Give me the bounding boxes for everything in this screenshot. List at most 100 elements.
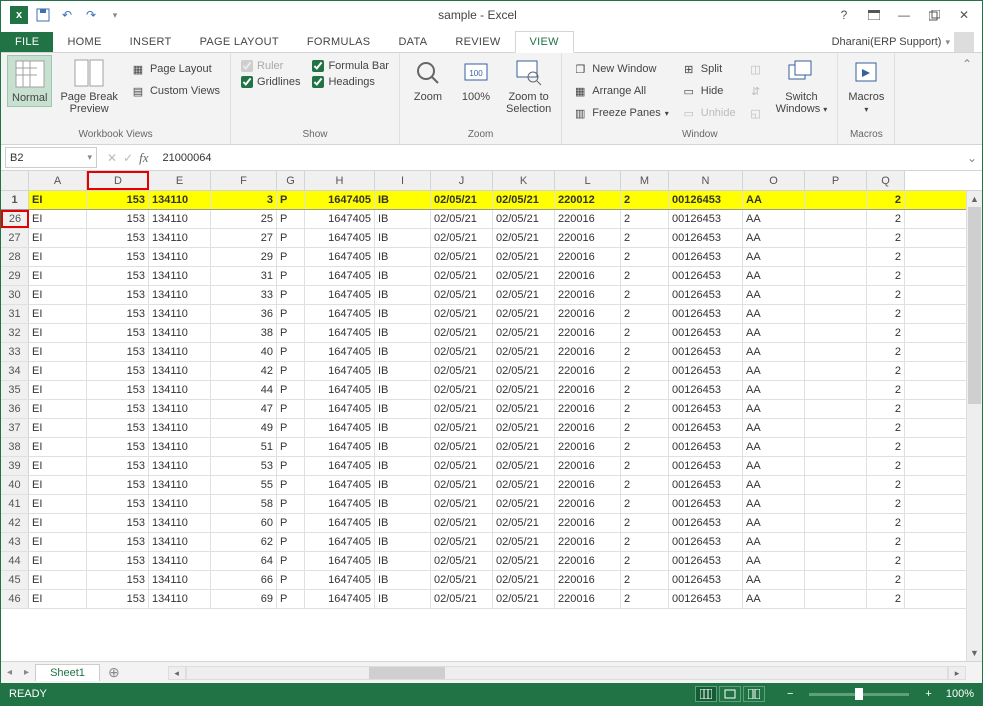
scroll-thumb[interactable] [369, 667, 445, 679]
close-icon[interactable]: ✕ [950, 4, 978, 26]
cell[interactable]: 220016 [555, 514, 621, 532]
cell[interactable]: 220016 [555, 400, 621, 418]
collapse-ribbon-button[interactable]: ⌃ [952, 53, 982, 144]
switch-windows-button[interactable]: Switch Windows ▾ [772, 55, 832, 117]
row-header[interactable]: 42 [1, 514, 29, 532]
row-header[interactable]: 36 [1, 400, 29, 418]
cell[interactable]: P [277, 362, 305, 380]
cell[interactable]: 00126453 [669, 419, 743, 437]
cell[interactable]: 153 [87, 343, 149, 361]
cell[interactable]: 02/05/21 [431, 191, 493, 209]
cell[interactable]: IB [375, 324, 431, 342]
cell[interactable]: IB [375, 229, 431, 247]
cell[interactable]: 66 [211, 571, 277, 589]
cell[interactable]: P [277, 419, 305, 437]
cell[interactable]: P [277, 229, 305, 247]
cell[interactable]: 220016 [555, 590, 621, 608]
cell[interactable]: EI [29, 400, 87, 418]
cell[interactable]: 134110 [149, 552, 211, 570]
cell[interactable]: 2 [621, 229, 669, 247]
row-header[interactable]: 40 [1, 476, 29, 494]
cell[interactable] [805, 267, 867, 285]
cell[interactable]: 220016 [555, 552, 621, 570]
cell[interactable]: 02/05/21 [431, 324, 493, 342]
cell[interactable]: IB [375, 552, 431, 570]
minimize-icon[interactable]: — [890, 4, 918, 26]
cell[interactable]: IB [375, 495, 431, 513]
cell[interactable]: 60 [211, 514, 277, 532]
cell[interactable]: IB [375, 362, 431, 380]
cell[interactable]: 2 [867, 495, 905, 513]
cell[interactable]: 2 [621, 552, 669, 570]
cell[interactable]: 2 [867, 362, 905, 380]
column-header[interactable]: G [277, 171, 305, 190]
zoom-button[interactable]: Zoom [406, 55, 450, 105]
row-header[interactable]: 28 [1, 248, 29, 266]
row-header[interactable]: 43 [1, 533, 29, 551]
cell[interactable]: 1647405 [305, 590, 375, 608]
cell[interactable]: P [277, 476, 305, 494]
cell[interactable]: 02/05/21 [493, 267, 555, 285]
cell[interactable]: 220016 [555, 210, 621, 228]
zoom-in-button[interactable]: + [919, 688, 937, 700]
cell[interactable]: 1647405 [305, 400, 375, 418]
cell[interactable]: P [277, 286, 305, 304]
row-header[interactable]: 30 [1, 286, 29, 304]
cell[interactable]: 2 [867, 438, 905, 456]
cell[interactable]: EI [29, 267, 87, 285]
cell[interactable]: 153 [87, 457, 149, 475]
cell[interactable]: 153 [87, 419, 149, 437]
cell[interactable]: P [277, 400, 305, 418]
cell[interactable]: 1647405 [305, 305, 375, 323]
tab-insert[interactable]: INSERT [116, 32, 186, 52]
row-header[interactable]: 37 [1, 419, 29, 437]
cell[interactable]: 2 [867, 286, 905, 304]
cell[interactable]: 02/05/21 [431, 495, 493, 513]
cell[interactable] [805, 514, 867, 532]
cell[interactable]: 00126453 [669, 229, 743, 247]
cell[interactable]: 2 [867, 457, 905, 475]
cell[interactable]: EI [29, 514, 87, 532]
cell[interactable]: 2 [621, 495, 669, 513]
insert-function-button[interactable]: fx [139, 150, 148, 166]
cell[interactable]: AA [743, 343, 805, 361]
cell[interactable]: 00126453 [669, 400, 743, 418]
row-header[interactable]: 46 [1, 590, 29, 608]
cell[interactable]: 2 [621, 248, 669, 266]
cell[interactable]: 53 [211, 457, 277, 475]
cell[interactable]: EI [29, 343, 87, 361]
cell[interactable]: 220016 [555, 381, 621, 399]
cell[interactable]: 02/05/21 [493, 552, 555, 570]
page-layout-button[interactable]: ▦Page Layout [126, 59, 224, 79]
row-header[interactable]: 1 [1, 191, 29, 209]
column-header[interactable]: H [305, 171, 375, 190]
cell[interactable]: 153 [87, 267, 149, 285]
cell[interactable]: 2 [621, 571, 669, 589]
cell[interactable]: 2 [867, 590, 905, 608]
cell[interactable]: 02/05/21 [493, 590, 555, 608]
page-break-view-icon[interactable] [743, 686, 765, 702]
row-header[interactable]: 45 [1, 571, 29, 589]
cell[interactable]: AA [743, 362, 805, 380]
cell[interactable]: 44 [211, 381, 277, 399]
column-header[interactable]: L [555, 171, 621, 190]
save-icon[interactable] [33, 5, 53, 25]
cell[interactable]: 134110 [149, 267, 211, 285]
cell[interactable]: 1647405 [305, 286, 375, 304]
cell[interactable]: 2 [867, 400, 905, 418]
cell[interactable]: 62 [211, 533, 277, 551]
cell[interactable]: 134110 [149, 305, 211, 323]
tab-page-layout[interactable]: PAGE LAYOUT [186, 32, 293, 52]
cell[interactable] [805, 229, 867, 247]
custom-views-button[interactable]: ▤Custom Views [126, 81, 224, 101]
cell[interactable]: 134110 [149, 419, 211, 437]
cell[interactable]: 2 [621, 476, 669, 494]
cell[interactable]: 1647405 [305, 229, 375, 247]
cell[interactable]: 134110 [149, 381, 211, 399]
cell[interactable]: 2 [621, 286, 669, 304]
cell[interactable]: 1647405 [305, 438, 375, 456]
cell[interactable]: 2 [621, 419, 669, 437]
cell[interactable]: 02/05/21 [493, 400, 555, 418]
cell[interactable]: 2 [621, 191, 669, 209]
cell[interactable]: 55 [211, 476, 277, 494]
